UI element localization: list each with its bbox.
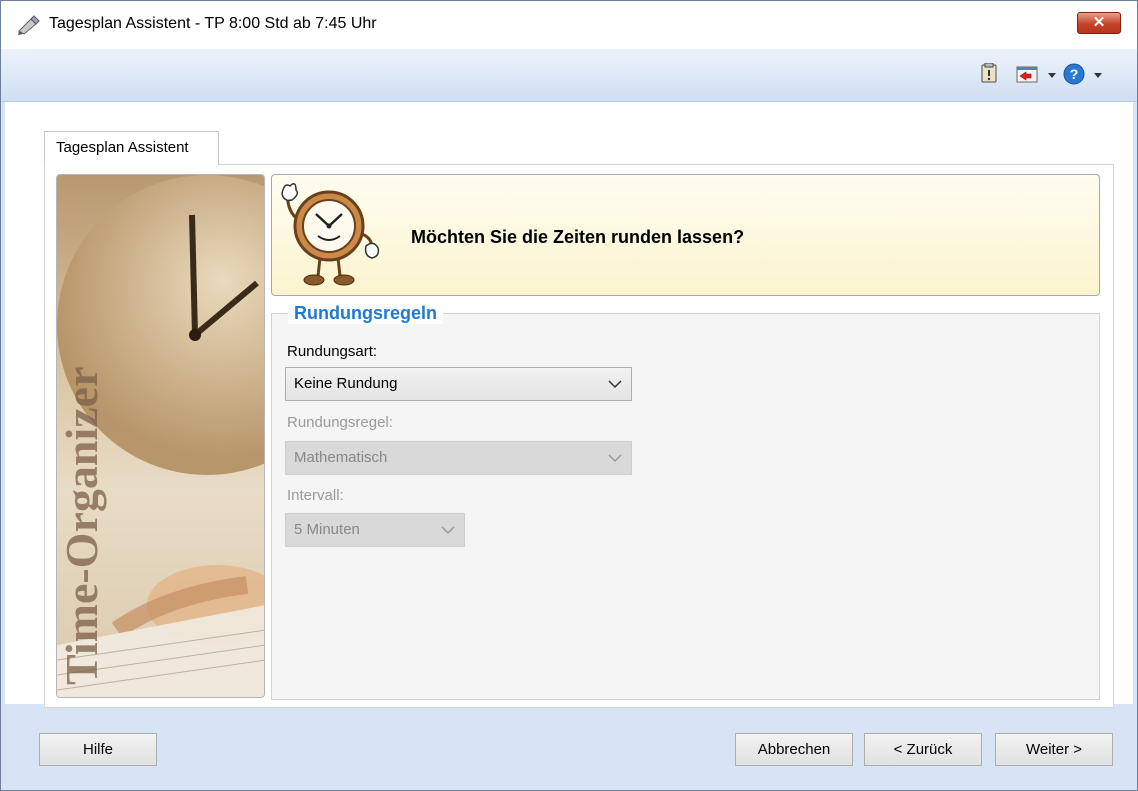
window-title: Tagesplan Assistent - TP 8:00 Std ab 7:4… (49, 15, 377, 32)
clock-hand-illustration: Time-Organizer (57, 175, 264, 697)
cancel-button[interactable]: Abbrechen (735, 733, 853, 766)
svg-text:?: ? (1070, 66, 1079, 82)
rundungsart-select[interactable]: Keine Rundung (285, 367, 632, 401)
wizard-header: Möchten Sie die Zeiten runden lassen? (271, 174, 1100, 296)
app-pen-icon (18, 15, 40, 35)
next-button[interactable]: Weiter > (995, 733, 1113, 766)
group-title: Rundungsregeln (288, 303, 443, 324)
help-button[interactable]: Hilfe (39, 733, 157, 766)
chevron-down-icon (441, 526, 455, 535)
clipboard-icon[interactable] (981, 63, 997, 83)
toolbar: ? (1, 49, 1137, 102)
chevron-down-icon (608, 454, 622, 463)
close-button[interactable]: ✕ (1077, 12, 1121, 34)
clock-mascot-icon (281, 183, 380, 286)
rundungsregel-label: Rundungsregel: (287, 414, 393, 431)
rundungsart-label: Rundungsart: (287, 343, 378, 360)
intervall-label: Intervall: (287, 487, 344, 504)
intervall-select[interactable]: 5 Minuten (285, 513, 465, 547)
side-image-caption: Time-Organizer (57, 367, 107, 686)
tab-tagesplan-assistent[interactable]: Tagesplan Assistent (44, 131, 219, 165)
dropdown-arrow-icon[interactable] (1094, 73, 1102, 78)
wizard-question: Möchten Sie die Zeiten runden lassen? (411, 227, 745, 247)
rundungsart-value: Keine Rundung (294, 375, 398, 392)
exit-icon[interactable] (1016, 65, 1038, 83)
rundungsregel-value: Mathematisch (294, 449, 388, 466)
back-button[interactable]: < Zurück (864, 733, 982, 766)
help-icon[interactable]: ? (1063, 63, 1085, 85)
tab-label: Tagesplan Assistent (56, 139, 189, 156)
intervall-value: 5 Minuten (294, 521, 360, 538)
rundungsregel-select[interactable]: Mathematisch (285, 441, 632, 475)
title-bar[interactable]: Tagesplan Assistent - TP 8:00 Std ab 7:4… (1, 1, 1137, 49)
close-icon: ✕ (1092, 14, 1106, 31)
dropdown-arrow-icon[interactable] (1048, 73, 1056, 78)
chevron-down-icon (608, 380, 622, 389)
side-image-time-organizer: Time-Organizer (56, 174, 265, 698)
